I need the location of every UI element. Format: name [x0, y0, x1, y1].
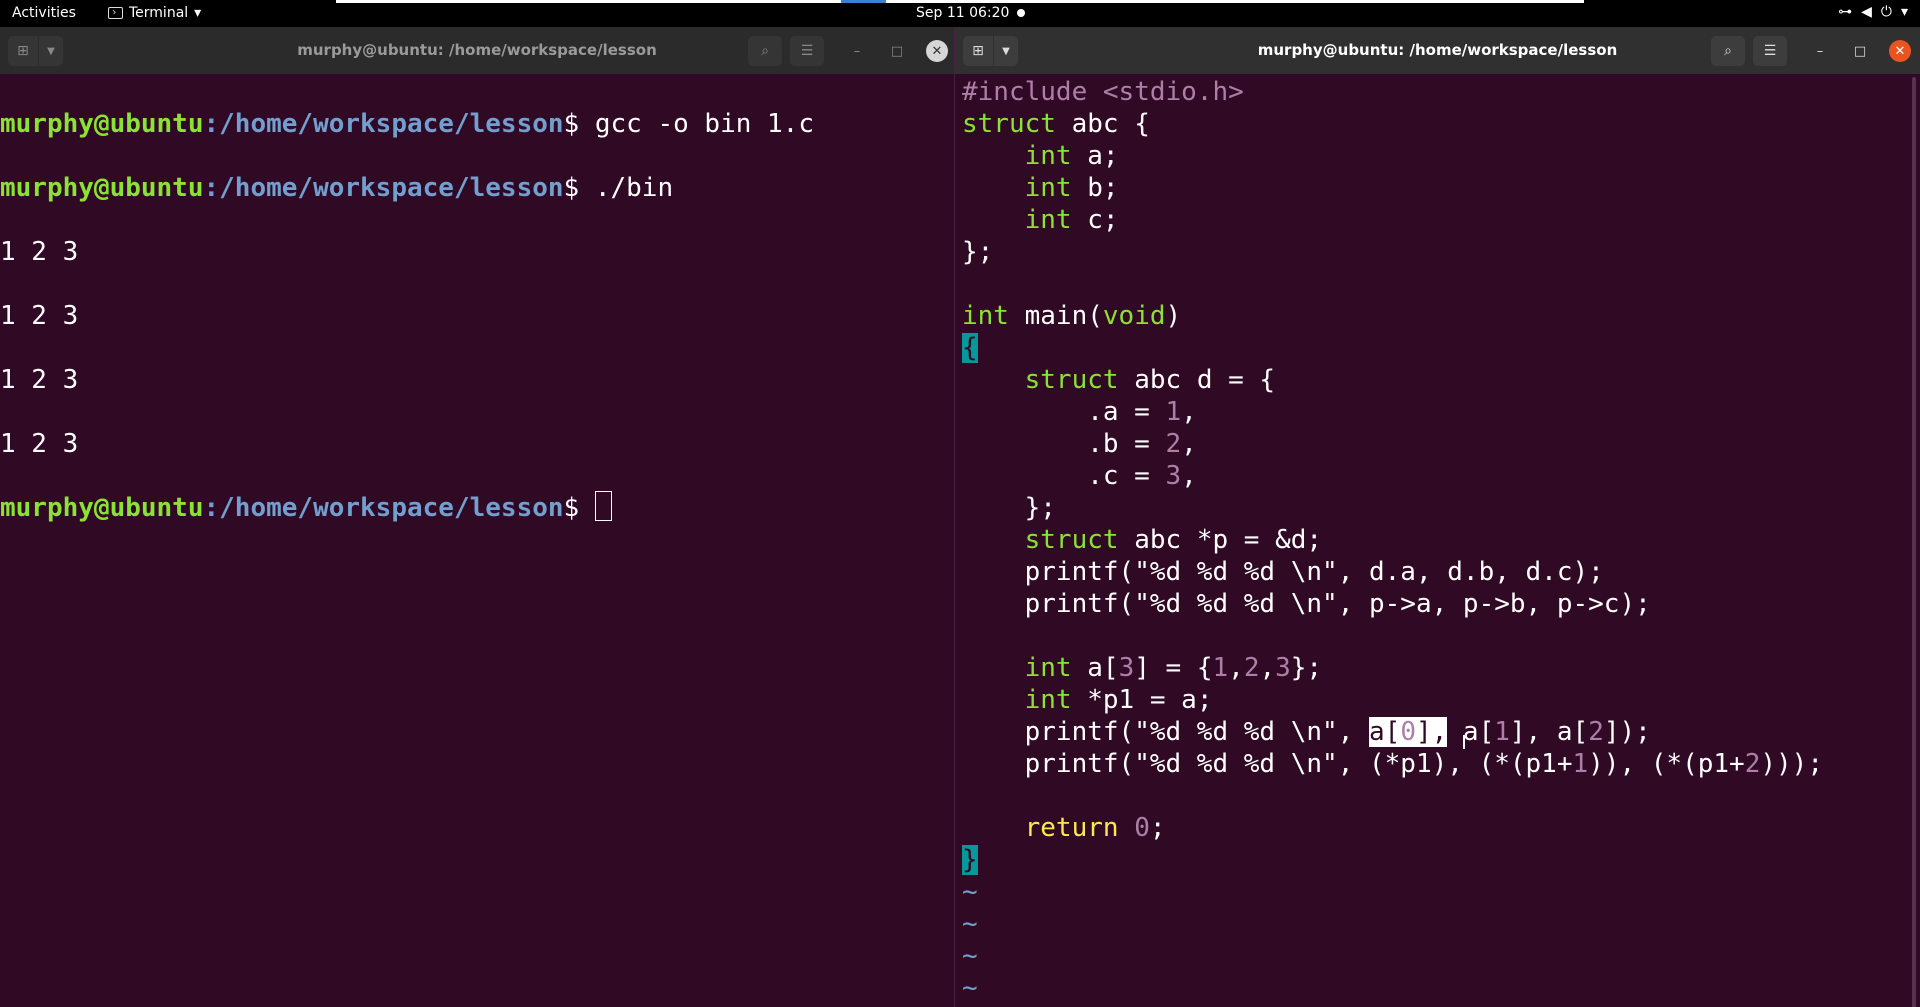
- maximize-button[interactable]: □: [1849, 40, 1871, 62]
- hamburger-icon: ☰: [800, 43, 814, 59]
- prompt-line: murphy@ubuntu:/home/workspace/lesson$ gc…: [0, 108, 954, 140]
- minimize-icon: –: [1816, 43, 1824, 59]
- mouse-ibeam-cursor: [1463, 735, 1465, 749]
- code-line: .c = 3,: [962, 461, 1197, 491]
- code-line: struct abc *p = &d;: [1024, 525, 1323, 555]
- prompt-user: murphy@ubuntu: [0, 493, 204, 523]
- notification-dot: [1017, 9, 1025, 17]
- close-button[interactable]: ✕: [926, 40, 948, 62]
- power-icon: ⏻: [1880, 4, 1892, 20]
- code-line: #include <stdio.h>: [962, 77, 1244, 107]
- maximize-icon: □: [1853, 43, 1867, 59]
- workspace-indicator: [336, 0, 1584, 3]
- output-line: 1 2 3: [0, 237, 79, 267]
- system-menu[interactable]: ⊶ ◀︎ ⏻ ▾: [1838, 4, 1908, 20]
- code-line: return 0;: [1024, 813, 1166, 843]
- prompt-user: murphy@ubuntu: [0, 173, 204, 203]
- menu-button[interactable]: ☰: [1753, 36, 1787, 66]
- prompt-line: murphy@ubuntu:/home/workspace/lesson$ ./…: [0, 172, 954, 204]
- top-bar: Activities Terminal ▾ Sep 11 06:20 ⊶ ◀︎ …: [0, 0, 1920, 27]
- close-icon: ✕: [1894, 43, 1906, 59]
- code-line: int main(void): [962, 301, 1182, 331]
- chevron-down-icon: ▾: [194, 5, 202, 21]
- volume-icon: ◀︎: [1861, 4, 1872, 20]
- close-icon: ✕: [931, 43, 943, 59]
- code-line: int *p1 = a;: [1024, 685, 1213, 715]
- terminal-icon: [108, 7, 123, 19]
- output-line: 1 2 3: [0, 429, 79, 459]
- output-line: 1 2 3: [0, 301, 79, 331]
- code-line: int c;: [1024, 205, 1119, 235]
- app-menu-label: Terminal: [129, 5, 189, 21]
- code-line: ~: [962, 909, 978, 939]
- workspace-indicator-active: [841, 0, 886, 3]
- command-text: $ gcc -o bin 1.c: [563, 109, 814, 139]
- prompt-path: :/home/workspace/lesson: [203, 109, 564, 139]
- code-line: ~: [962, 877, 978, 907]
- code-line: ~: [962, 973, 978, 1003]
- vim-editor[interactable]: #include <stdio.h> struct abc { int a; in…: [962, 74, 1920, 1007]
- code-line: };: [962, 493, 1056, 523]
- code-line: int b;: [1024, 173, 1119, 203]
- title-bar[interactable]: ⊞ ▼ murphy@ubuntu: /home/workspace/lesso…: [955, 27, 1920, 74]
- title-bar[interactable]: ⊞ ▼ murphy@ubuntu: /home/workspace/lesso…: [0, 27, 954, 74]
- search-button[interactable]: ⌕: [748, 36, 782, 66]
- search-icon: ⌕: [1724, 43, 1732, 59]
- maximize-icon: □: [890, 43, 904, 59]
- code-line: printf("%d %d %d \n", (*p1), (*(p1+1)), …: [962, 749, 1823, 779]
- output-line: 1 2 3: [0, 365, 79, 395]
- activities-button[interactable]: Activities: [12, 5, 76, 21]
- prompt-path: :/home/workspace/lesson: [203, 493, 564, 523]
- code-line: printf("%d %d %d \n", a[0], a[1], a[2]);: [962, 717, 1651, 747]
- hamburger-icon: ☰: [1763, 43, 1777, 59]
- command-text: $: [563, 493, 595, 523]
- code-line: printf("%d %d %d \n", p->a, p->b, p->c);: [962, 589, 1651, 619]
- code-line: int a[3] = {1,2,3};: [1024, 653, 1323, 683]
- code-line: struct abc {: [962, 109, 1150, 139]
- chevron-down-icon: ▾: [1900, 4, 1908, 20]
- scrollbar[interactable]: [1912, 77, 1916, 1007]
- code-line: .a = 1,: [962, 397, 1197, 427]
- terminal-window-right[interactable]: ⊞ ▼ murphy@ubuntu: /home/workspace/lesso…: [954, 27, 1920, 1007]
- search-button[interactable]: ⌕: [1711, 36, 1745, 66]
- prompt-user: murphy@ubuntu: [0, 109, 204, 139]
- code-line: int a;: [1024, 141, 1119, 171]
- app-menu[interactable]: Terminal ▾: [108, 5, 201, 21]
- prompt-line: murphy@ubuntu:/home/workspace/lesson$: [0, 490, 954, 524]
- search-icon: ⌕: [761, 43, 769, 59]
- close-button[interactable]: ✕: [1889, 40, 1911, 62]
- code-line: {: [962, 333, 978, 363]
- code-line: printf("%d %d %d \n", d.a, d.b, d.c);: [962, 557, 1604, 587]
- terminal-output[interactable]: murphy@ubuntu:/home/workspace/lesson$ gc…: [0, 74, 954, 1007]
- command-text: $ ./bin: [563, 173, 674, 203]
- terminal-window-left[interactable]: ⊞ ▼ murphy@ubuntu: /home/workspace/lesso…: [0, 27, 954, 1007]
- code-line: };: [962, 237, 994, 267]
- menu-button[interactable]: ☰: [790, 36, 824, 66]
- code-line: }: [962, 845, 978, 875]
- network-icon: ⊶: [1838, 4, 1853, 20]
- prompt-path: :/home/workspace/lesson: [203, 173, 564, 203]
- code-line: ~: [962, 941, 978, 971]
- minimize-button[interactable]: –: [1809, 40, 1831, 62]
- clock[interactable]: Sep 11 06:20: [916, 5, 1009, 21]
- minimize-icon: –: [853, 43, 861, 59]
- text-cursor: [594, 490, 612, 521]
- maximize-button[interactable]: □: [886, 40, 908, 62]
- minimize-button[interactable]: –: [846, 40, 868, 62]
- code-line: .b = 2,: [962, 429, 1197, 459]
- code-line: struct abc d = {: [1024, 365, 1276, 395]
